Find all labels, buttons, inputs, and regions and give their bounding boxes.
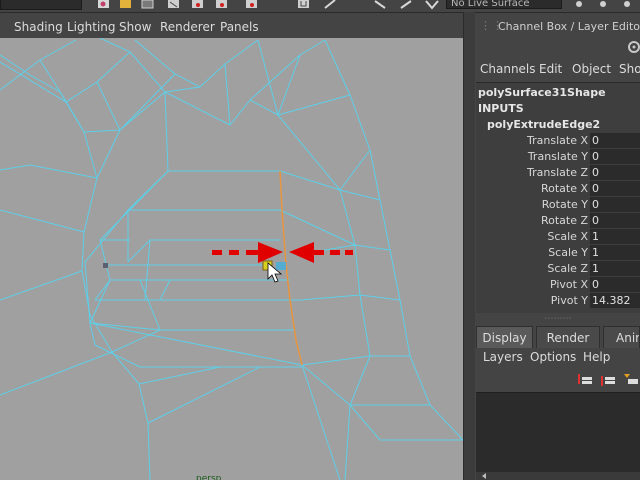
menu-edit[interactable]: Edit: [539, 62, 562, 76]
menu-options[interactable]: Options: [530, 350, 576, 364]
attribute-value-field[interactable]: 1: [590, 229, 640, 244]
menu-object[interactable]: Object: [572, 62, 611, 76]
scroll-left-icon[interactable]: [482, 473, 486, 479]
attribute-label: Rotate Y: [541, 198, 588, 211]
tab-render[interactable]: Render: [536, 326, 600, 348]
menu-shading[interactable]: Shading: [14, 20, 63, 34]
input-node-name[interactable]: polyExtrudeEdge2: [487, 118, 600, 131]
channel-box-title: Channel Box / Layer Editor: [498, 20, 640, 33]
construction-history-icon[interactable]: [322, 0, 338, 10]
panel-splitter[interactable]: [463, 12, 475, 480]
layer-editor-menubar: Layers Options Help: [476, 348, 640, 370]
menu-lighting[interactable]: Lighting: [67, 20, 116, 34]
menu-panels[interactable]: Panels: [220, 20, 259, 34]
attribute-label: Rotate X: [540, 182, 588, 195]
snap-plane-icon[interactable]: [244, 0, 260, 10]
input-icon[interactable]: [372, 0, 388, 10]
attribute-label: Scale Z: [547, 262, 588, 275]
render-icon[interactable]: [96, 0, 112, 10]
attribute-label: Scale X: [547, 230, 588, 243]
wireframe-mesh: [0, 38, 463, 480]
status-toolbar: No Live Surface: [0, 0, 640, 13]
magnet-icon[interactable]: [296, 0, 312, 10]
attribute-value-field[interactable]: 0: [590, 165, 640, 180]
layer-editor-tabs: Display Render Anim: [476, 326, 640, 348]
selection-mode-field[interactable]: [0, 0, 82, 10]
output-icon[interactable]: [398, 0, 414, 10]
attribute-value-field[interactable]: 0: [590, 197, 640, 212]
channel-box: polySurface31Shape INPUTS polyExtrudeEdg…: [476, 82, 640, 313]
attribute-row[interactable]: Pivot Y 14.382: [476, 293, 640, 309]
make-live-icon[interactable]: [572, 0, 586, 10]
camera-label: persp: [196, 474, 222, 480]
menu-help[interactable]: Help: [583, 350, 610, 364]
layer-list[interactable]: [476, 392, 640, 473]
attribute-label: Pivot X: [549, 278, 588, 291]
render-settings-icon[interactable]: [118, 0, 134, 10]
attribute-row[interactable]: Translate X 0: [476, 133, 640, 149]
attribute-editor-toggle-icon[interactable]: [620, 0, 634, 10]
attribute-value-field[interactable]: 1: [590, 245, 640, 260]
move-layer-up-icon[interactable]: [576, 372, 594, 388]
attribute-value-field[interactable]: 0: [590, 133, 640, 148]
channel-box-menubar: Channels Edit Object Show: [476, 58, 640, 80]
snap-point-icon[interactable]: [214, 0, 230, 10]
menu-show[interactable]: Show: [619, 62, 640, 76]
attribute-row[interactable]: Rotate Z 0: [476, 213, 640, 229]
snap-grid-icon[interactable]: [166, 0, 182, 10]
attribute-label: Translate Y: [527, 150, 588, 163]
attribute-label: Scale Y: [548, 246, 588, 259]
viewport-menubar: Shading Lighting Show Renderer Panels: [0, 16, 463, 38]
attribute-label: Translate Z: [527, 166, 588, 179]
pane-resize-handle[interactable]: ⋯⋯⋯: [476, 314, 640, 324]
ipr-icon[interactable]: [140, 0, 156, 10]
attribute-value-field[interactable]: 0: [590, 277, 640, 292]
move-layer-down-icon[interactable]: [599, 372, 617, 388]
menu-show[interactable]: Show: [119, 20, 151, 34]
channel-box-float-icon[interactable]: [620, 38, 640, 56]
attribute-row[interactable]: Scale Y 1: [476, 245, 640, 261]
ipr-render-icon[interactable]: [424, 0, 440, 10]
attribute-row[interactable]: Scale Z 1: [476, 261, 640, 277]
horizontal-scrollbar[interactable]: [476, 472, 640, 480]
channel-box-title-bar: ⋮⋮ Channel Box / Layer Editor: [476, 18, 640, 36]
perspective-viewport[interactable]: persp: [0, 38, 463, 480]
tab-anim[interactable]: Anim: [603, 326, 640, 348]
attribute-value-field[interactable]: 0: [590, 213, 640, 228]
create-layer-icon[interactable]: [622, 372, 640, 388]
attribute-label: Rotate Z: [540, 214, 588, 227]
layer-editor-toolbar: [476, 370, 640, 390]
inputs-header: INPUTS: [478, 102, 524, 115]
tab-display[interactable]: Display: [476, 326, 533, 348]
sidebar-toggle-icon[interactable]: [596, 0, 610, 10]
menu-renderer[interactable]: Renderer: [160, 20, 215, 34]
live-surface-field[interactable]: No Live Surface: [446, 0, 562, 9]
attribute-row[interactable]: Translate Y 0: [476, 149, 640, 165]
object-name[interactable]: polySurface31Shape: [478, 86, 606, 99]
snap-curve-icon[interactable]: [190, 0, 206, 10]
attribute-value-field[interactable]: 0: [590, 181, 640, 196]
attribute-label: Translate X: [527, 134, 588, 147]
attribute-row[interactable]: Rotate X 0: [476, 181, 640, 197]
attribute-row[interactable]: Rotate Y 0: [476, 197, 640, 213]
attribute-value-field[interactable]: 1: [590, 261, 640, 276]
menu-layers[interactable]: Layers: [483, 350, 523, 364]
attribute-value-field[interactable]: 0: [590, 149, 640, 164]
menu-channels[interactable]: Channels: [480, 62, 536, 76]
attribute-label: Pivot Y: [550, 294, 588, 307]
attribute-row[interactable]: Scale X 1: [476, 229, 640, 245]
attribute-value-field[interactable]: 14.382: [590, 293, 640, 308]
attribute-row[interactable]: Pivot X 0: [476, 277, 640, 293]
attribute-row[interactable]: Translate Z 0: [476, 165, 640, 181]
